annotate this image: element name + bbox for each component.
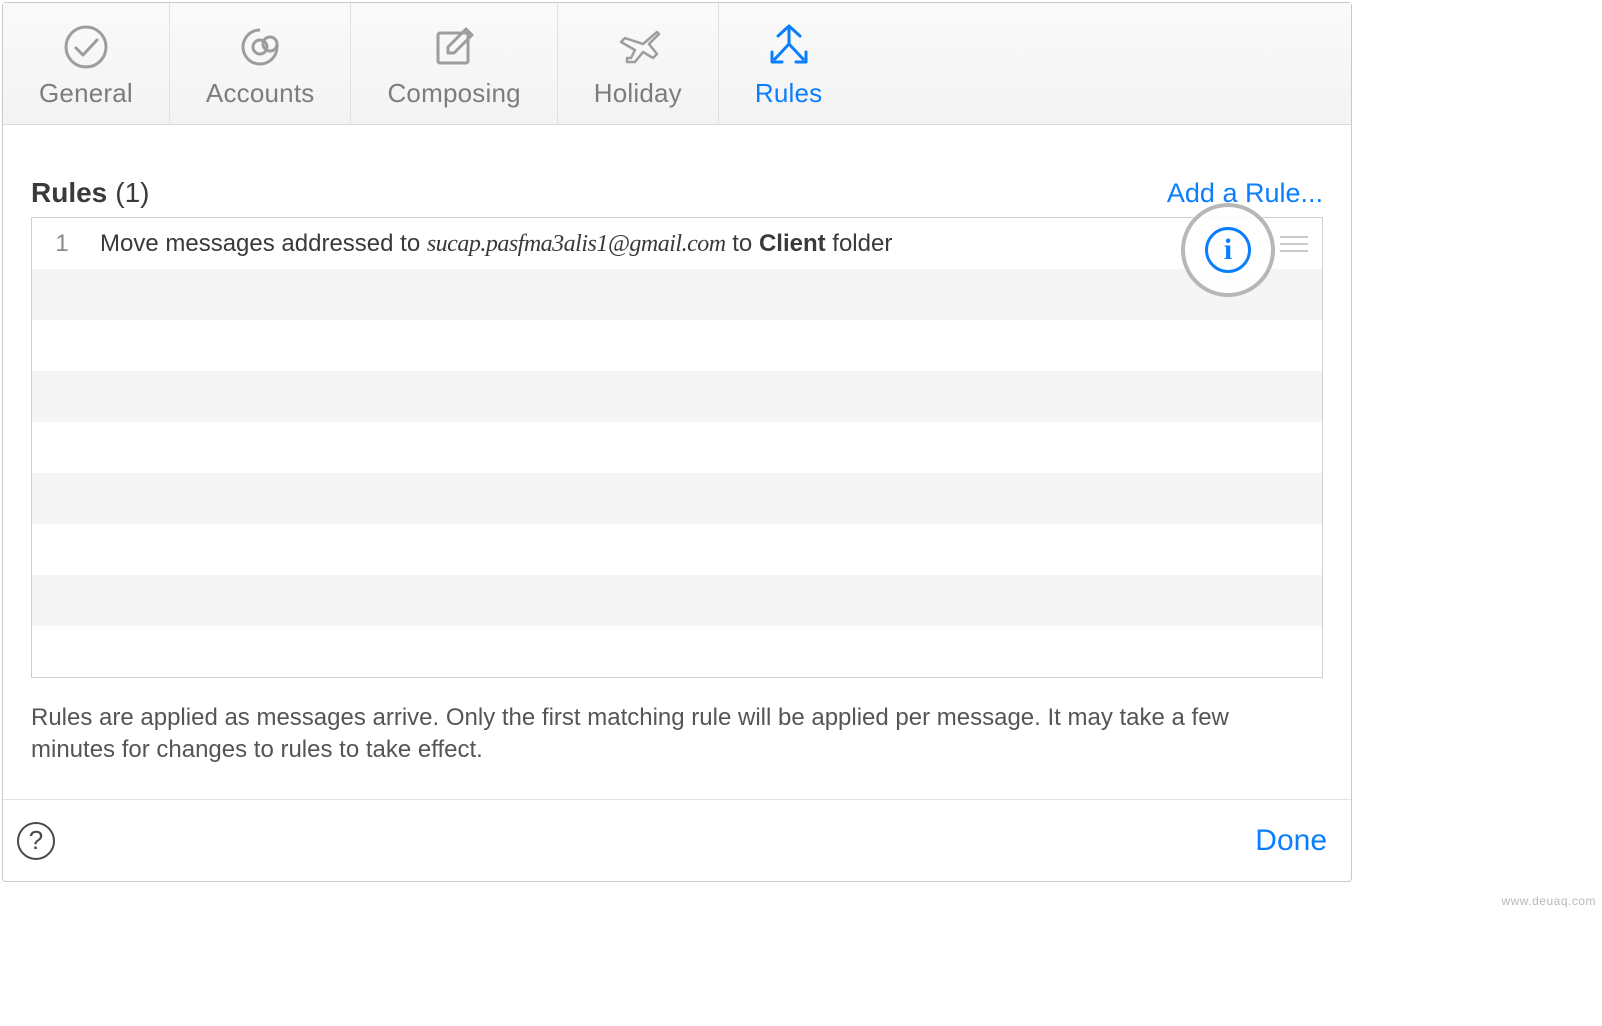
rules-help-text: Rules are applied as messages arrive. On… bbox=[31, 702, 1311, 767]
tab-accounts[interactable]: Accounts bbox=[170, 3, 352, 124]
tab-label: Holiday bbox=[594, 78, 682, 109]
empty-row bbox=[32, 371, 1322, 422]
tab-label: Rules bbox=[755, 78, 822, 109]
tab-composing[interactable]: Composing bbox=[351, 3, 557, 124]
empty-row bbox=[32, 422, 1322, 473]
empty-row bbox=[32, 269, 1322, 320]
page-title: Rules (1) bbox=[31, 177, 149, 209]
rule-row[interactable]: 1 Move messages addressed to sucap.pasfm… bbox=[32, 218, 1322, 269]
rules-content: Rules (1) Add a Rule... i 1 Move message… bbox=[3, 125, 1351, 767]
tab-holiday[interactable]: Holiday bbox=[558, 3, 719, 124]
info-callout-highlight: i bbox=[1181, 203, 1275, 297]
done-button[interactable]: Done bbox=[1255, 824, 1327, 858]
at-sign-icon bbox=[235, 22, 285, 72]
rules-count: (1) bbox=[115, 177, 149, 209]
add-rule-button[interactable]: Add a Rule... bbox=[1167, 178, 1323, 209]
tab-rules[interactable]: Rules bbox=[719, 3, 858, 124]
rule-index: 1 bbox=[44, 230, 80, 258]
watermark-text: www.deuaq.com bbox=[1501, 894, 1596, 908]
tab-label: Composing bbox=[387, 78, 520, 109]
tab-label: General bbox=[39, 78, 133, 109]
rules-list: 1 Move messages addressed to sucap.pasfm… bbox=[31, 217, 1323, 678]
drag-handle-icon[interactable] bbox=[1280, 233, 1308, 255]
footer-bar: ? Done bbox=[3, 799, 1351, 881]
empty-row bbox=[32, 320, 1322, 371]
airplane-icon bbox=[613, 22, 663, 72]
empty-row bbox=[32, 626, 1322, 677]
tab-label: Accounts bbox=[206, 78, 315, 109]
help-button[interactable]: ? bbox=[17, 822, 55, 860]
checkmark-circle-icon bbox=[63, 22, 109, 72]
empty-row bbox=[32, 575, 1322, 626]
info-icon[interactable]: i bbox=[1205, 227, 1251, 273]
empty-row bbox=[32, 473, 1322, 524]
empty-row bbox=[32, 524, 1322, 575]
preferences-toolbar: General Accounts Composing Holiday bbox=[3, 3, 1351, 125]
mail-preferences-window: General Accounts Composing Holiday bbox=[2, 2, 1352, 882]
arrows-routing-icon bbox=[764, 22, 814, 72]
rule-description: Move messages addressed to sucap.pasfma3… bbox=[100, 230, 1310, 258]
tab-general[interactable]: General bbox=[3, 3, 170, 124]
compose-icon bbox=[430, 22, 478, 72]
title-text: Rules bbox=[31, 177, 107, 209]
